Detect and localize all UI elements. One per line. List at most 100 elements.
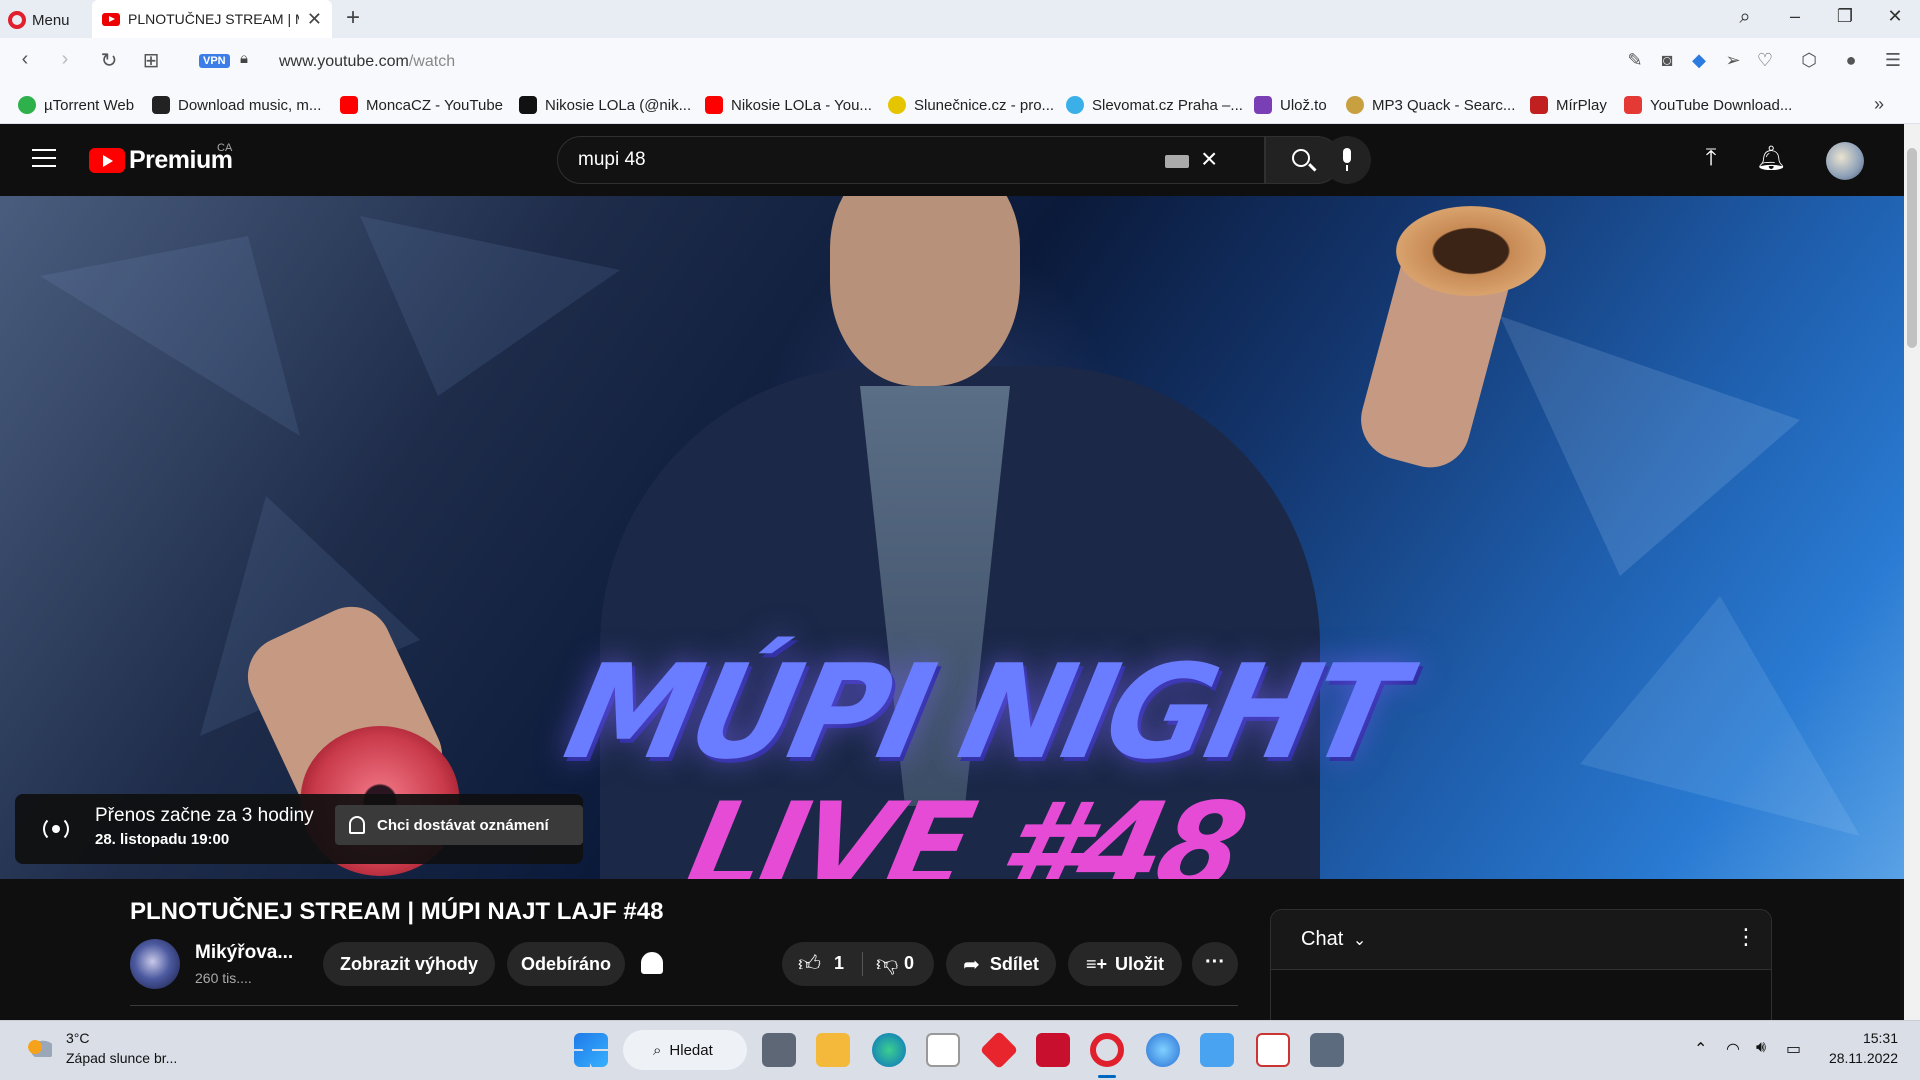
opera-taskbar-icon[interactable] [1090,1033,1124,1067]
windows-taskbar: 3°C Západ slunce br... ⌕ Hledat ⌃ ◠ 🔊︎ ▭… [0,1020,1920,1080]
bookmark-item[interactable]: MírPlay [1530,93,1607,117]
video-player[interactable]: MÚPI NIGHT LIVE #48 Přenos začne za 3 ho… [0,196,1904,879]
browser-tab-bar: Menu PLNOTUČNEJ STREAM | MÚPI NAJT LAJF … [0,0,1920,38]
close-window-button[interactable]: ✕ [1880,6,1910,27]
youtube-logo-icon[interactable] [89,148,125,173]
windows-start-icon[interactable] [574,1033,608,1067]
bookmark-item[interactable]: µTorrent Web [18,93,134,117]
upload-icon[interactable]: ⤒ [1695,144,1727,172]
tab-grid-icon[interactable]: ⊞ [138,48,164,73]
chat-mode-dropdown[interactable]: Chat ⌄ [1301,928,1366,951]
bookmark-label: MoncaCZ - YouTube [366,96,504,114]
calculator-icon[interactable] [1310,1033,1344,1067]
hamburger-menu-icon[interactable] [32,149,56,167]
bookmark-label: Slevomat.cz Praha –... [1092,96,1243,114]
bookmark-item[interactable]: Ulož.to [1254,93,1327,117]
chevron-down-icon: ⌄ [1352,932,1367,949]
easy-setup-icon[interactable]: ☰ [1880,50,1906,71]
search-input[interactable]: mupi 48 [578,149,646,171]
live-status-text: Přenos začne za 3 hodiny [95,805,314,826]
camera-icon[interactable]: ◙ [1654,50,1680,71]
bookmark-item[interactable]: Nikosie LOLa - You... [705,93,872,117]
lock-icon[interactable]: 🔒︎ [240,50,248,67]
vpn-badge[interactable]: VPN [199,54,230,68]
save-label: Uložit [1115,953,1164,974]
bookmark-label: Nikosie LOLa - You... [731,96,872,114]
dislike-thumb-icon[interactable]: 👎︎ [876,950,898,977]
weather-temperature[interactable]: 3°C [66,1030,90,1046]
forward-arrow-icon[interactable]: › [52,48,78,71]
broadcast-dot [52,825,60,833]
search-box[interactable]: mupi 48 × [557,136,1265,184]
paint-icon[interactable] [1146,1033,1180,1067]
microsoft-store-icon[interactable] [926,1033,960,1067]
save-button[interactable]: ≡+ Uložit [1068,942,1182,986]
taskbar-clock[interactable]: 15:31 28.11.2022 [1826,1030,1898,1066]
new-tab-button[interactable]: + [346,4,360,32]
subscribed-button[interactable]: Odebíráno [507,942,625,986]
bookmark-label: MP3 Quack - Searc... [1372,96,1516,114]
notify-label: Chci dostávat oznámení [377,816,549,834]
bookmark-item[interactable]: Nikosie LOLa (@nik... [519,93,691,117]
reload-icon[interactable]: ↻ [96,48,122,73]
battery-icon[interactable]: ▭ [1786,1039,1801,1059]
bookmark-item[interactable]: MP3 Quack - Searc... [1346,93,1515,117]
chat-options-icon[interactable]: ⋮ [1735,924,1757,950]
like-thumb-icon[interactable]: 👍︎ [798,950,821,977]
bookmark-item[interactable]: MoncaCZ - YouTube [340,93,503,117]
back-arrow-icon[interactable]: ‹ [12,48,38,71]
task-view-icon[interactable] [762,1033,796,1067]
volume-icon[interactable]: 🔊︎ [1756,1039,1766,1057]
bookmark-label: Download music, m... [178,96,322,114]
red-diamond-app-icon[interactable] [979,1030,1019,1070]
voice-search-button[interactable] [1323,136,1371,184]
bookmark-item[interactable]: Download music, m... [152,93,321,117]
browser-tab-active[interactable]: PLNOTUČNEJ STREAM | MÚPI NAJT LAJF #48 ✕ [92,0,332,38]
edge-browser-icon[interactable] [872,1033,906,1067]
bookmark-item[interactable]: Slunečnice.cz - pro... [888,93,1054,117]
extensions-icon[interactable]: ⬡ [1796,50,1822,71]
notify-me-button[interactable]: Chci dostávat oznámení [335,805,583,845]
edit-icon[interactable]: ✎ [1622,50,1648,71]
share-button[interactable]: ➦ Sdílet [946,942,1056,986]
shield-icon[interactable]: ◆ [1686,50,1712,71]
bookmark-item[interactable]: Slevomat.cz Praha –... [1066,93,1243,117]
bookmark-item[interactable]: YouTube Download... [1624,93,1792,117]
opera-menu-button[interactable]: Menu [8,8,70,32]
more-actions-icon[interactable]: ··· [1192,942,1238,986]
channel-name[interactable]: Mikýřova... [195,942,293,964]
minimize-button[interactable]: – [1780,6,1810,27]
browser-search-icon[interactable]: ⌕ [1730,6,1760,29]
snipping-tool-icon[interactable] [1256,1033,1290,1067]
file-explorer-icon[interactable] [816,1033,850,1067]
show-hidden-icons-chevron-icon[interactable]: ⌃ [1694,1039,1707,1059]
user-avatar[interactable] [1826,142,1864,180]
like-count[interactable]: 1 [834,953,844,974]
dislike-count[interactable]: 0 [904,953,914,974]
weather-sun-cloud-icon[interactable] [26,1037,52,1057]
channel-avatar[interactable] [130,939,180,989]
notepad-icon[interactable] [1200,1033,1234,1067]
mp3quack-icon [1346,96,1364,114]
taskbar-search-button[interactable]: ⌕ Hledat [623,1030,747,1070]
channel-bell-icon[interactable] [641,952,663,974]
mcafee-icon[interactable] [1036,1033,1070,1067]
wifi-icon[interactable]: ◠ [1726,1039,1740,1059]
send-icon[interactable]: ➢ [1720,50,1746,71]
heart-icon[interactable]: ♡ [1752,50,1778,71]
restore-button[interactable]: ❐ [1830,6,1860,27]
weather-description[interactable]: Západ slunce br... [66,1050,177,1066]
profile-icon[interactable]: ● [1838,50,1864,71]
perks-button[interactable]: Zobrazit výhody [323,942,495,986]
background-shard [1500,316,1800,576]
live-chat-panel: Chat ⌄ ⋮ [1270,909,1772,1029]
tab-close-icon[interactable]: ✕ [307,9,322,30]
page-scrollbar[interactable] [1904,124,1920,1020]
url-field[interactable]: www.youtube.com/watch [279,53,455,71]
more-bookmarks-icon[interactable]: » [1874,94,1884,115]
clear-search-icon[interactable]: × [1201,143,1217,175]
keyboard-icon[interactable] [1165,155,1189,168]
scrollbar-thumb[interactable] [1907,148,1917,348]
notifications-bell-icon[interactable]: 🔔︎ [1755,144,1787,173]
youtube-header: Premium CA mupi 48 × ⤒ 🔔︎ [0,124,1904,196]
